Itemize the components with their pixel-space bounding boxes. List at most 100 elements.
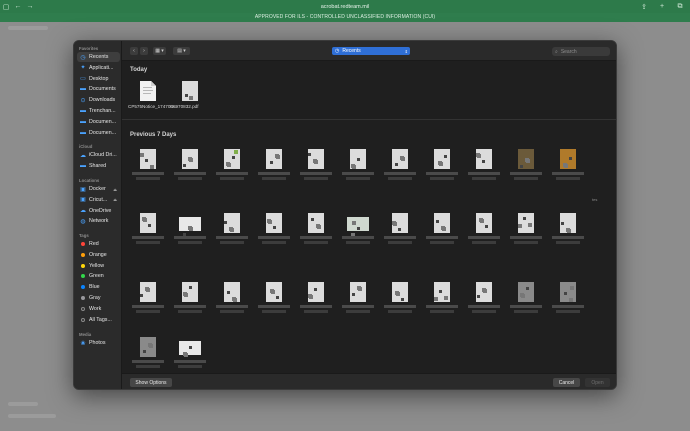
view-mode-button[interactable]: ▦ ▾ (153, 47, 166, 55)
file-name-redacted (174, 172, 206, 175)
file-item[interactable] (338, 213, 378, 245)
sidebar-item-downloads[interactable]: ⊙ Downloads (77, 95, 120, 105)
file-item[interactable] (128, 149, 168, 181)
file-item[interactable] (464, 282, 504, 314)
file-item[interactable] (422, 149, 462, 181)
clock-icon: ◷ (335, 48, 340, 54)
group-button[interactable]: ▤ ▾ (173, 47, 190, 55)
show-options-button[interactable]: Show Options (130, 378, 172, 387)
sidebar-item-label: OneDrive (89, 207, 112, 214)
sidebar-item-documen[interactable]: ▬ Documen... (77, 128, 120, 138)
tag-color-icon (81, 263, 85, 268)
file-item[interactable] (296, 149, 336, 181)
file-name-redacted (300, 172, 332, 175)
file-item[interactable] (548, 149, 588, 181)
file-item[interactable] (380, 213, 420, 245)
file-name-redacted (514, 310, 538, 313)
sidebar-item-desktop[interactable]: ▭ Desktop (77, 74, 120, 84)
sidebar: Favorites iCloud Locations Tags Media ◷ R… (74, 41, 122, 389)
file-item[interactable] (212, 149, 252, 181)
sidebar-item-work[interactable]: Work (77, 304, 120, 314)
file-item[interactable] (338, 149, 378, 181)
file-name-redacted (468, 305, 500, 308)
file-item[interactable] (170, 213, 210, 245)
document-file-icon (476, 149, 492, 169)
file-name-redacted (132, 360, 164, 363)
location-popup[interactable]: ◷ Recents ⇕ (332, 47, 410, 55)
sidebar-item-shared[interactable]: ▬ Shared (77, 161, 120, 171)
sidebar-item-cricut[interactable]: ▣ Cricut... ⏏ (77, 195, 120, 205)
sidebar-item-documents[interactable]: ▬ Documents (77, 84, 120, 94)
forward-icon[interactable]: → (24, 3, 36, 10)
file-item[interactable] (254, 282, 294, 314)
sidebar-item-photos[interactable]: ❀ Photos (77, 338, 120, 348)
new-tab-icon[interactable]: + (656, 3, 668, 11)
file-item[interactable] (380, 282, 420, 314)
sidebar-item-network[interactable]: ◍ Network (77, 216, 120, 226)
file-item[interactable]: O... (170, 81, 210, 113)
forward-button[interactable]: › (140, 47, 148, 55)
file-item[interactable] (170, 282, 210, 314)
sidebar-item-yellow[interactable]: Yellow (77, 261, 120, 271)
file-item[interactable] (506, 213, 546, 245)
file-name-redacted (468, 172, 500, 175)
file-item[interactable] (128, 337, 168, 369)
sidebar-item-applicati[interactable]: ✦ Applicati... (77, 63, 120, 73)
tag-color-icon (81, 274, 85, 279)
address-bar[interactable]: acrobat.redteam.mil (280, 4, 410, 10)
file-item[interactable] (212, 213, 252, 245)
search-field[interactable]: ⌕ Search (552, 47, 610, 56)
sidebar-item-docker[interactable]: ▣ Docker ⏏ (77, 184, 120, 194)
file-item[interactable] (296, 213, 336, 245)
file-item[interactable] (254, 149, 294, 181)
eject-icon[interactable]: ⏏ (113, 197, 117, 202)
document-file-icon (140, 282, 156, 302)
file-item[interactable] (128, 213, 168, 245)
sidebar-item-documen[interactable]: ▬ Documen... (77, 117, 120, 127)
sidebar-item-label: Trenchan... (89, 108, 116, 114)
sidebar-item-icloud-dri[interactable]: ☁ iCloud Dri... (77, 150, 120, 160)
document-file-icon (560, 282, 576, 302)
file-item[interactable] (128, 282, 168, 314)
file-item[interactable] (380, 149, 420, 181)
file-item[interactable] (422, 213, 462, 245)
sidebar-item-red[interactable]: Red (77, 239, 120, 249)
file-item[interactable] (170, 337, 210, 369)
sidebar-item-gray[interactable]: Gray (77, 293, 120, 303)
file-item[interactable] (464, 213, 504, 245)
cancel-button[interactable]: Cancel (553, 378, 580, 387)
file-item[interactable] (506, 282, 546, 314)
file-item[interactable] (464, 149, 504, 181)
file-item[interactable] (296, 282, 336, 314)
file-item[interactable] (254, 213, 294, 245)
share-icon[interactable]: ⇪ (638, 3, 650, 11)
open-button[interactable]: Open (585, 378, 610, 387)
file-item[interactable] (422, 282, 462, 314)
sidebar-item-onedrive[interactable]: ☁ OneDrive (77, 206, 120, 216)
eject-icon[interactable]: ⏏ (113, 187, 117, 192)
file-item[interactable] (548, 282, 588, 314)
sidebar-item-label: Docker (89, 186, 106, 192)
sidebar-item-green[interactable]: Green (77, 271, 120, 281)
tabs-icon[interactable]: ⧉ (674, 3, 686, 11)
sidebar-toggle-icon[interactable]: ▢ (0, 3, 12, 11)
document-file-icon (350, 282, 366, 302)
sidebar-item-blue[interactable]: Blue (77, 282, 120, 292)
sidebar-item-orange[interactable]: Orange (77, 250, 120, 260)
file-name-redacted (174, 360, 206, 363)
file-name-redacted (132, 172, 164, 175)
sidebar-item-trenchan[interactable]: ▬ Trenchan... (77, 106, 120, 116)
file-item[interactable] (212, 282, 252, 314)
back-icon[interactable]: ← (12, 3, 24, 10)
file-item[interactable]: CP575Notice_1747058970832.pdf (128, 81, 199, 113)
sidebar-item-label: Red (89, 241, 99, 247)
sidebar-item-recents[interactable]: ◷ Recents (77, 52, 120, 62)
sidebar-item-all-tags[interactable]: All Tags... (77, 315, 120, 325)
file-item[interactable] (506, 149, 546, 181)
file-item[interactable] (548, 213, 588, 245)
back-button[interactable]: ‹ (130, 47, 138, 55)
file-item[interactable] (338, 282, 378, 314)
file-item[interactable] (170, 149, 210, 181)
file-name-redacted (300, 305, 332, 308)
document-file-icon (308, 213, 324, 233)
